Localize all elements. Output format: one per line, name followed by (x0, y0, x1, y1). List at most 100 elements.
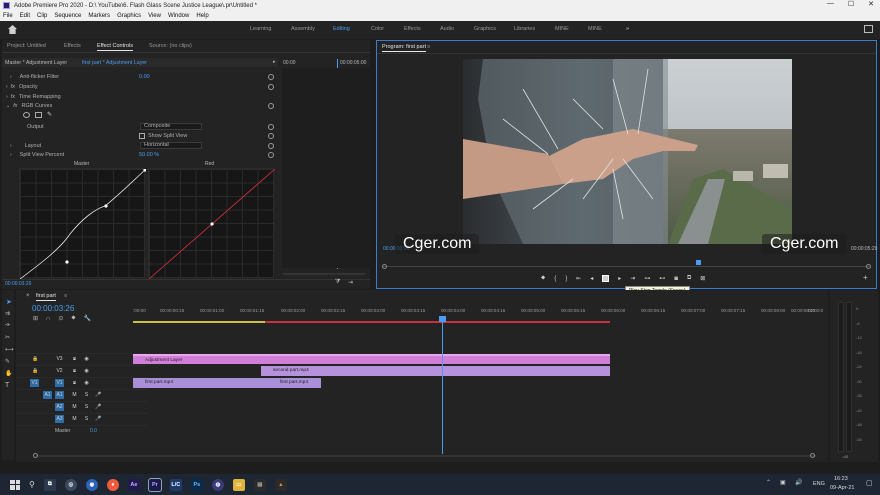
time-ruler[interactable]: :00:00 00:00:00:15 00:00:01:00 00:00:01:… (133, 308, 823, 322)
sequence-menu-icon[interactable]: ≡ (64, 293, 67, 299)
reset-icon[interactable] (268, 132, 274, 139)
adjustment-layer-clip[interactable]: Adjustment Layer (133, 354, 610, 364)
lock-icon[interactable]: 🔒 (32, 356, 38, 362)
chrome-icon[interactable]: ● (106, 478, 119, 491)
app-icon[interactable]: ◍ (211, 478, 224, 491)
scroll-handle-left[interactable] (33, 453, 38, 458)
menu-graphics[interactable]: Graphics (117, 13, 141, 19)
workspace-mine-2[interactable]: MINE (588, 26, 602, 32)
workspace-learning[interactable]: Learning (250, 26, 271, 32)
clock-date[interactable]: 09-Apr-21 (830, 485, 854, 491)
track-label-a3[interactable]: A3 (55, 415, 64, 423)
program-video-frame[interactable] (463, 59, 792, 244)
ec-keyframe-area[interactable] (282, 68, 370, 268)
red-curve-graph[interactable] (148, 168, 275, 279)
tab-project[interactable]: Project: Untitled (7, 43, 46, 49)
scroll-handle-right[interactable] (810, 453, 815, 458)
track-label-a1[interactable]: A1 (55, 391, 64, 399)
collapse-icon[interactable]: ⌄ (6, 103, 10, 109)
rectangle-mask-icon[interactable] (35, 112, 42, 118)
workspace-assembly[interactable]: Assembly (291, 26, 315, 32)
menu-clip[interactable]: Clip (37, 13, 47, 19)
source-patch-v1[interactable]: V1 (30, 379, 39, 387)
fx-icon[interactable]: fx (11, 84, 15, 90)
menu-file[interactable]: File (3, 13, 13, 19)
menu-window[interactable]: Window (168, 13, 189, 19)
fx-icon[interactable]: fx (11, 94, 15, 100)
tab-source[interactable]: Source: (no clips) (149, 43, 192, 49)
step-forward-icon[interactable]: ▸ (618, 275, 621, 282)
go-to-out-icon[interactable]: ⇥ (630, 275, 635, 282)
search-icon[interactable]: ⚲ (29, 480, 35, 489)
mute-icon[interactable]: M (70, 391, 79, 399)
premiere-icon[interactable]: Pr (147, 477, 162, 492)
vr-icon[interactable]: ⊠ (700, 275, 705, 282)
type-tool-icon[interactable]: T (5, 382, 9, 389)
master-clip-label[interactable]: Master * Adjustment Layer (5, 60, 67, 66)
nest-icon[interactable]: ⊞ (33, 315, 38, 322)
language-indicator[interactable]: ENG (813, 481, 825, 487)
overwrite-icon[interactable]: ⊷ (659, 275, 665, 282)
menu-edit[interactable]: Edit (20, 13, 30, 19)
export-frame-icon[interactable]: ◙ (674, 276, 678, 282)
expand-icon[interactable]: › (6, 94, 8, 100)
solo-icon[interactable]: S (82, 391, 91, 399)
ec-zoom-bar[interactable] (283, 273, 365, 275)
timeline-settings-icon[interactable]: 🔧 (84, 315, 91, 322)
track-label-v1[interactable]: V1 (55, 379, 64, 387)
notifications-icon[interactable]: ▢ (866, 479, 873, 487)
photoshop-icon[interactable]: Ps (190, 478, 203, 491)
reset-icon[interactable] (268, 123, 274, 130)
eye-icon[interactable]: ◉ (82, 379, 91, 387)
workspace-audio[interactable]: Audio (440, 26, 454, 32)
layout-select[interactable]: Horizontal (140, 142, 202, 149)
sync-lock-icon[interactable]: ⧈ (70, 355, 79, 363)
timeline-playhead[interactable] (442, 318, 443, 454)
app-icon[interactable]: ◎ (64, 478, 77, 491)
timeline-playhead-handle[interactable] (439, 316, 446, 322)
lock-icon[interactable]: 🔒 (32, 368, 38, 374)
tab-effect-controls[interactable]: Effect Controls (97, 43, 133, 51)
track-label-v3[interactable]: V3 (55, 355, 64, 363)
mic-icon[interactable]: 🎤 (94, 391, 103, 399)
maximize-button[interactable]: ☐ (848, 0, 854, 8)
app-icon[interactable]: ▤ (253, 478, 266, 491)
master-curve-svg[interactable] (20, 169, 146, 279)
workspace-editing[interactable]: Editing (333, 26, 350, 32)
app-icon[interactable]: ▲ (274, 478, 287, 491)
mark-in-icon[interactable]: { (554, 276, 556, 282)
sync-lock-icon[interactable]: ⧈ (70, 379, 79, 387)
network-icon[interactable]: ▣ (780, 479, 786, 486)
mic-icon[interactable]: 🎤 (94, 415, 103, 423)
hand-tool-icon[interactable]: ✋ (5, 370, 12, 377)
start-windows-icon[interactable] (10, 479, 20, 490)
reset-icon[interactable] (268, 142, 274, 149)
workspace-overflow-icon[interactable]: » (626, 26, 629, 32)
workspace-color[interactable]: Color (371, 26, 384, 32)
workspace-libraries[interactable]: Libraries (514, 26, 535, 32)
master-volume-value[interactable]: 0.0 (90, 428, 97, 434)
after-effects-icon[interactable]: Ae (127, 478, 140, 491)
export-icon[interactable]: ⇥ (348, 279, 353, 286)
close-sequence-icon[interactable]: × (26, 293, 30, 299)
program-menu-icon[interactable]: ≡ (427, 44, 430, 50)
mute-icon[interactable]: M (70, 403, 79, 411)
expand-icon[interactable]: › (6, 84, 8, 90)
reset-icon[interactable] (268, 73, 274, 80)
second-part-clip[interactable]: second part.mp4 (261, 366, 610, 376)
share-icon[interactable] (864, 25, 873, 33)
menu-help[interactable]: Help (196, 13, 208, 19)
master-curve-graph[interactable] (19, 168, 146, 279)
expand-icon[interactable]: › (10, 143, 12, 149)
add-marker-icon[interactable]: ⬥ (541, 275, 545, 282)
expand-icon[interactable]: › (10, 152, 12, 158)
sequence-tab[interactable]: first part (36, 293, 56, 301)
add-button-icon[interactable]: + (863, 273, 868, 282)
razor-tool-icon[interactable]: ✂ (5, 334, 10, 341)
insert-icon[interactable]: ⊶ (644, 275, 650, 282)
mic-icon[interactable]: 🎤 (94, 403, 103, 411)
minimize-button[interactable]: — (827, 0, 834, 8)
close-button[interactable]: ✕ (868, 0, 874, 8)
solo-icon[interactable]: S (82, 403, 91, 411)
sync-lock-icon[interactable]: ⧈ (70, 367, 79, 375)
